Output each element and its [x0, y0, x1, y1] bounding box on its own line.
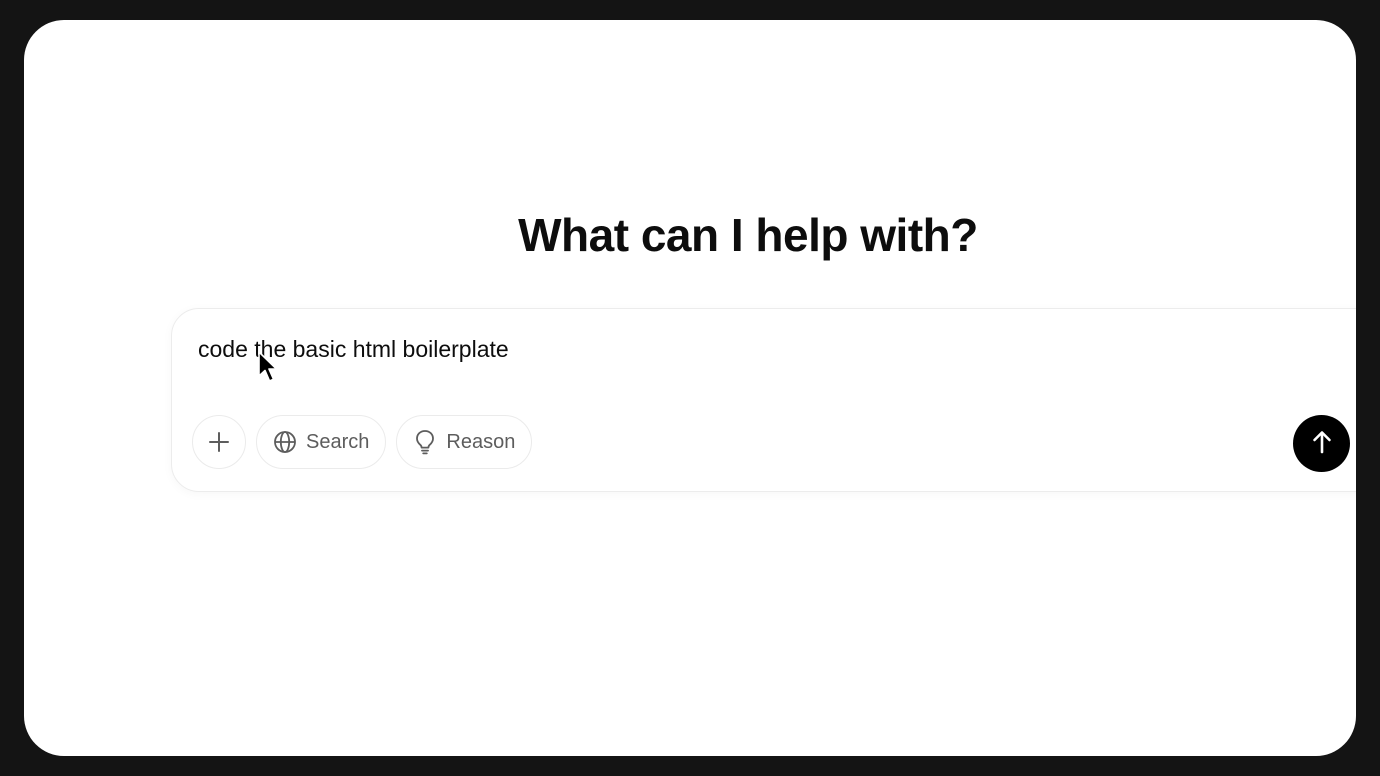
- app-window: What can I help with? S: [24, 20, 1356, 756]
- send-button[interactable]: [1293, 415, 1350, 472]
- reason-button[interactable]: Reason: [396, 415, 533, 469]
- composer-toolbar: Search Reason: [192, 415, 533, 469]
- search-button[interactable]: Search: [256, 415, 387, 469]
- search-button-label: Search: [306, 430, 370, 453]
- attach-button[interactable]: [192, 415, 246, 469]
- prompt-input[interactable]: [198, 329, 1298, 369]
- plus-icon: [208, 431, 230, 453]
- page-title: What can I help with?: [518, 209, 978, 261]
- lightbulb-icon: [413, 429, 437, 455]
- reason-button-label: Reason: [446, 430, 516, 453]
- arrow-up-icon: [1310, 429, 1334, 458]
- prompt-composer: Search Reason: [171, 308, 1356, 492]
- globe-icon: [273, 430, 297, 454]
